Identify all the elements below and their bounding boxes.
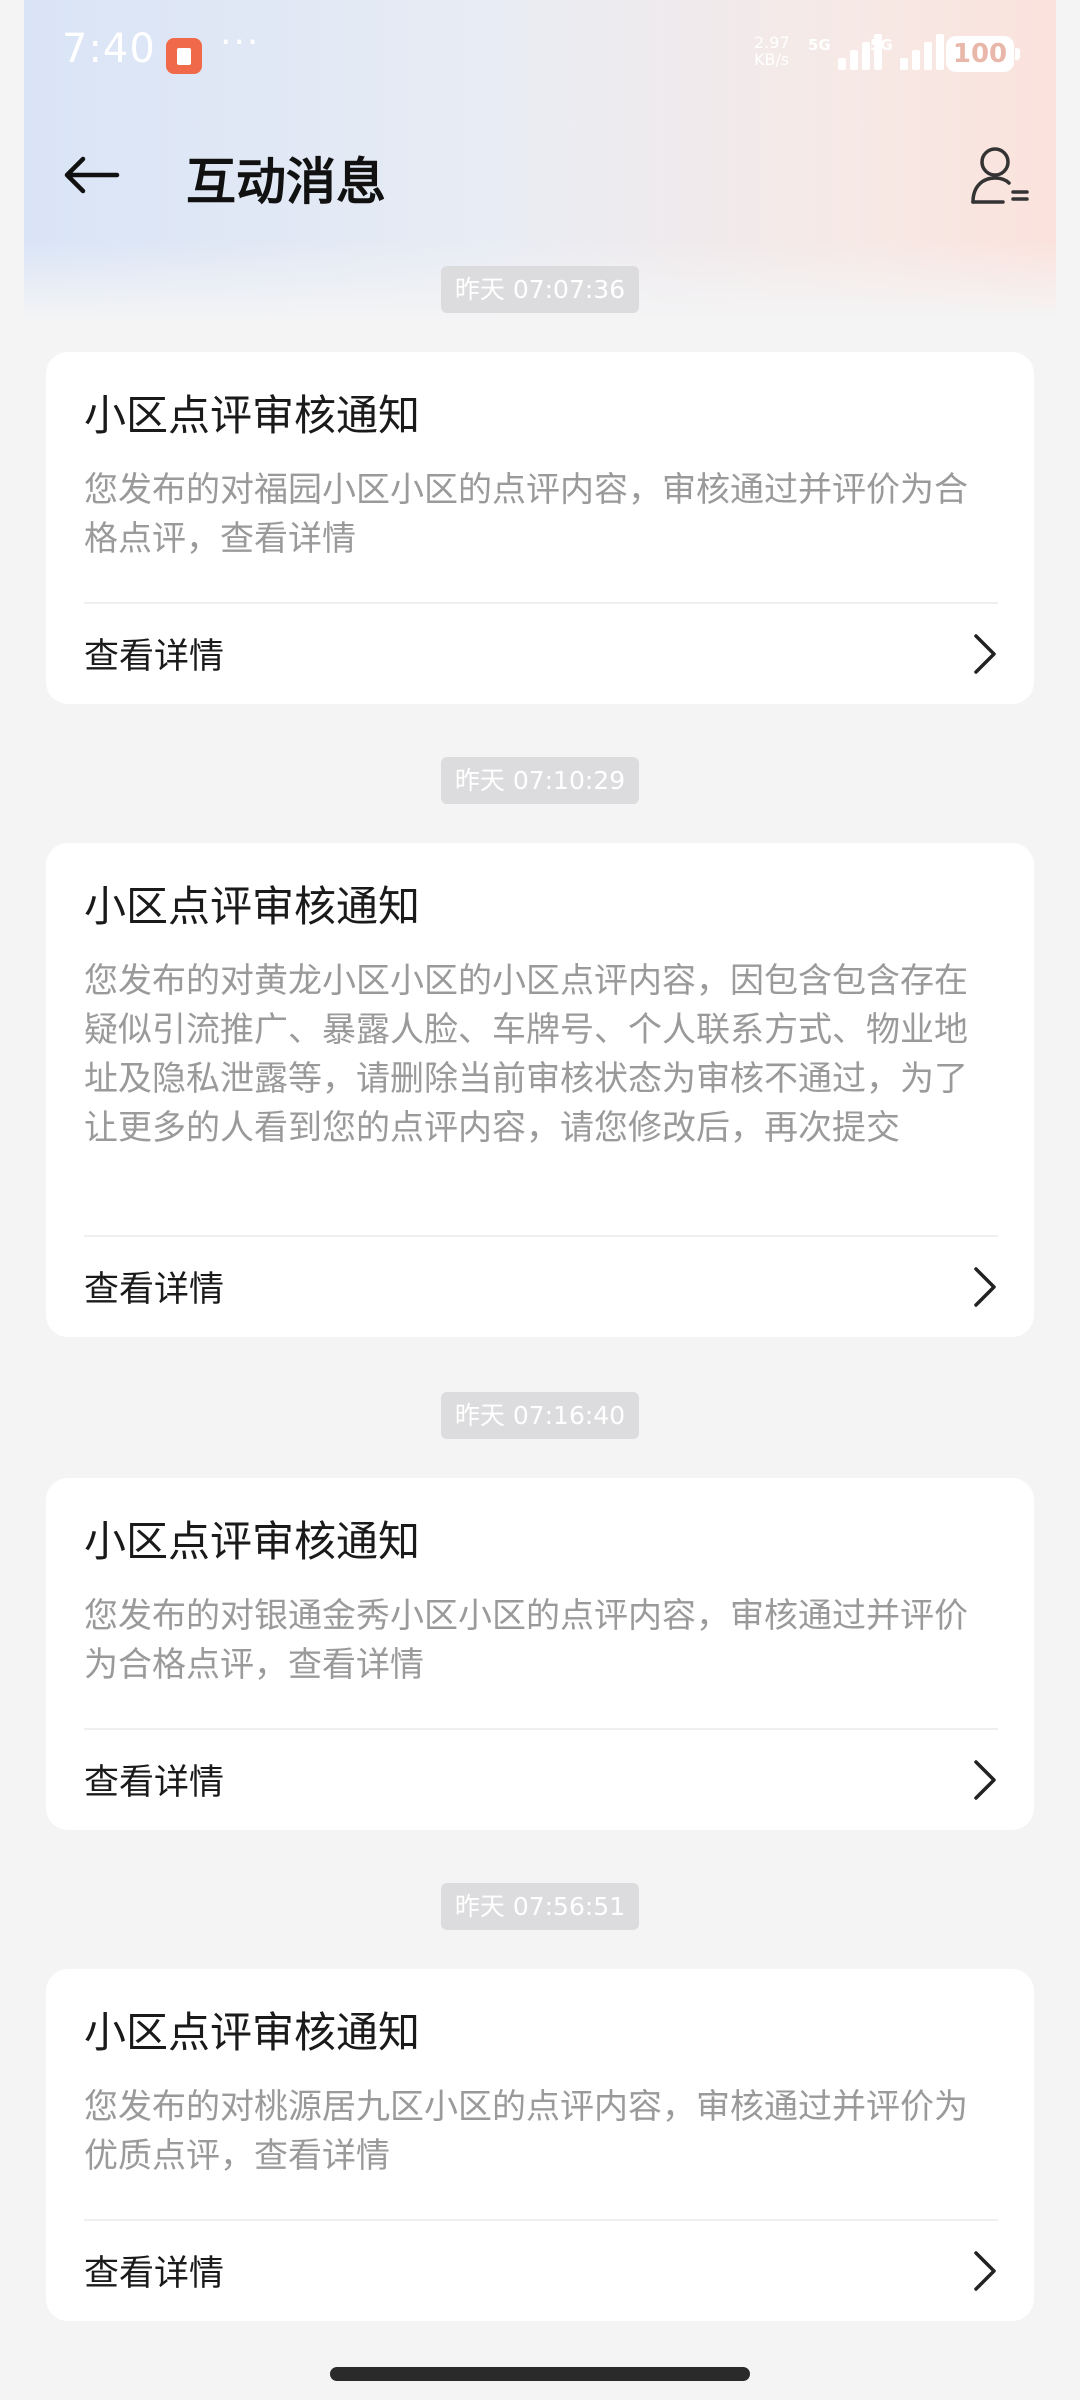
message-timestamp: 昨天 07:16:40 (440, 1392, 640, 1439)
message-timestamp: 昨天 07:10:29 (440, 757, 640, 804)
message-card[interactable]: 小区点评审核通知 您发布的对银通金秀小区小区的点评内容，审核通过并评价为合格点评… (46, 1478, 1034, 1830)
profile-settings-button[interactable] (964, 136, 1036, 216)
view-details-link[interactable]: 查看详情 (46, 604, 1034, 704)
network-speed: 2.97 KB/s (754, 34, 814, 68)
message-title: 小区点评审核通知 (84, 882, 421, 931)
view-details-label: 查看详情 (84, 1270, 225, 1310)
message-timestamp-row: 昨天 07:10:29 (0, 757, 1080, 804)
status-time: 7:40 (62, 26, 156, 72)
message-title: 小区点评审核通知 (84, 1517, 421, 1566)
view-details-label: 查看详情 (84, 1763, 225, 1803)
message-timestamp-row: 昨天 07:07:36 (0, 266, 1080, 313)
chevron-right-icon (974, 1267, 996, 1307)
message-timestamp-row: 昨天 07:56:51 (0, 1883, 1080, 1930)
message-card[interactable]: 小区点评审核通知 您发布的对桃源居九区小区的点评内容，审核通过并评价为优质点评，… (46, 1969, 1034, 2321)
signal-1-network: 5G (808, 36, 831, 54)
message-body: 您发布的对桃源居九区小区的点评内容，审核通过并评价为优质点评，查看详情 (84, 2087, 968, 2176)
app-header: 互动消息 (0, 120, 1080, 230)
message-title: 小区点评审核通知 (84, 391, 421, 440)
view-details-label: 查看详情 (84, 637, 225, 677)
message-timestamp-row: 昨天 07:16:40 (0, 1392, 1080, 1439)
signal-2-icon: 5G (870, 34, 946, 70)
screen: 7:40 ··· 2.97 KB/s 5G 5G 100 互动消息 昨天 07:… (0, 0, 1080, 2400)
arrow-left-icon (64, 156, 120, 194)
back-button[interactable] (56, 140, 126, 210)
user-settings-icon (971, 147, 1029, 204)
chevron-right-icon (974, 634, 996, 674)
message-body: 您发布的对福园小区小区的点评内容，审核通过并评价为合格点评，查看详情 (84, 470, 968, 559)
view-details-label: 查看详情 (84, 2254, 225, 2294)
message-card[interactable]: 小区点评审核通知 您发布的对福园小区小区的点评内容，审核通过并评价为合格点评，查… (46, 352, 1034, 704)
message-body: 您发布的对黄龙小区小区的小区点评内容，因包含包含存在疑似引流推广、暴露人脸、车牌… (84, 961, 968, 1148)
view-details-link[interactable]: 查看详情 (46, 2221, 1034, 2321)
view-details-link[interactable]: 查看详情 (46, 1237, 1034, 1337)
chevron-right-icon (974, 2251, 996, 2291)
message-timestamp: 昨天 07:07:36 (440, 266, 640, 313)
message-card[interactable]: 小区点评审核通知 您发布的对黄龙小区小区的小区点评内容，因包含包含存在疑似引流推… (46, 843, 1034, 1337)
battery-level: 100 (952, 39, 1008, 69)
home-indicator[interactable] (330, 2367, 750, 2381)
network-speed-value: 2.97 (754, 33, 790, 52)
page-title: 互动消息 (186, 153, 386, 211)
view-details-link[interactable]: 查看详情 (46, 1730, 1034, 1830)
more-notifications-icon: ··· (220, 22, 261, 63)
network-speed-unit: KB/s (754, 50, 790, 69)
signal-2-network: 5G (870, 36, 893, 54)
status-bar: 7:40 ··· 2.97 KB/s 5G 5G 100 (0, 0, 1080, 110)
app-notification-icon (166, 38, 202, 74)
message-body: 您发布的对银通金秀小区小区的点评内容，审核通过并评价为合格点评，查看详情 (84, 1596, 968, 1685)
message-title: 小区点评审核通知 (84, 2008, 421, 2057)
chevron-right-icon (974, 1760, 996, 1800)
message-timestamp: 昨天 07:56:51 (440, 1883, 640, 1930)
battery-icon: 100 (946, 36, 1020, 72)
